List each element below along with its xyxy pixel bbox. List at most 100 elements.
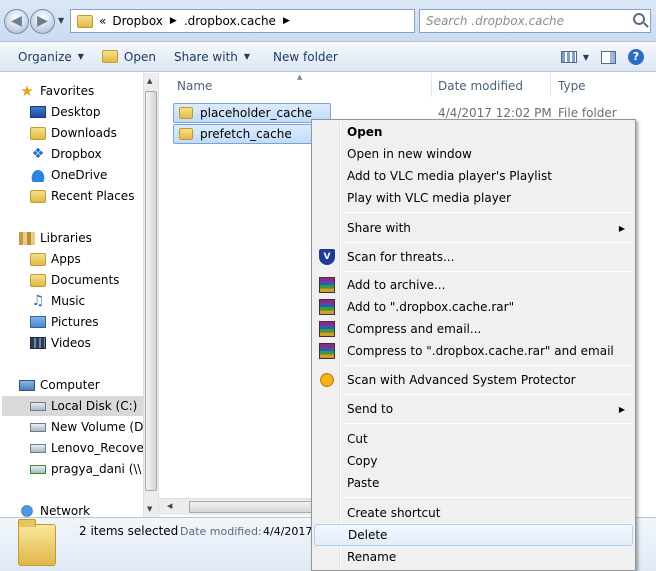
nav-computer[interactable]: Computer xyxy=(19,375,100,395)
nav-item-documents[interactable]: Documents xyxy=(30,270,119,290)
nav-network[interactable]: Network xyxy=(19,501,90,517)
breadcrumb-separator-icon[interactable]: ▶ xyxy=(170,16,177,26)
nav-item-recent-places[interactable]: Recent Places xyxy=(30,186,134,206)
nav-item-apps[interactable]: Apps xyxy=(30,249,81,269)
menu-item-cut[interactable]: Cut xyxy=(314,428,633,450)
film-icon xyxy=(30,337,46,349)
menu-label: Add to archive... xyxy=(347,278,446,292)
nav-item-dropbox[interactable]: ❖ Dropbox xyxy=(30,144,102,164)
chevron-down-icon: ▼ xyxy=(77,52,84,61)
nav-label: Downloads xyxy=(51,126,117,140)
hard-drive-icon xyxy=(30,422,46,432)
menu-item-add-archive[interactable]: Add to archive... xyxy=(314,274,633,296)
menu-separator xyxy=(342,242,632,243)
column-divider[interactable] xyxy=(431,73,432,97)
scroll-down-icon[interactable]: ▼ xyxy=(147,505,152,513)
scroll-up-icon[interactable]: ▲ xyxy=(147,77,152,85)
recent-pages-dropdown-icon[interactable]: ▼ xyxy=(58,16,64,25)
nav-item-music[interactable]: ♫ Music xyxy=(30,291,85,311)
submenu-arrow-icon: ▶ xyxy=(618,404,625,414)
nav-label: pragya_dani (\\1 xyxy=(51,462,150,476)
submenu-arrow-icon: ▶ xyxy=(618,223,625,233)
menu-item-create-shortcut[interactable]: Create shortcut xyxy=(314,502,633,524)
column-header-type[interactable]: Type xyxy=(558,75,586,97)
winrar-icon xyxy=(319,299,335,315)
column-header-name[interactable]: Name xyxy=(177,75,212,97)
nav-scrollbar[interactable]: ▲ ▼ xyxy=(143,73,158,517)
new-folder-button[interactable]: New folder xyxy=(259,42,347,71)
search-icon xyxy=(633,13,645,25)
breadcrumb[interactable]: « Dropbox ▶ .dropbox.cache ▶ xyxy=(70,9,415,33)
back-button[interactable]: ◀ xyxy=(4,9,29,34)
open-button[interactable]: Open xyxy=(93,42,165,71)
nav-item-local-disk[interactable]: Local Disk (C:) xyxy=(2,396,143,416)
search-input[interactable]: Search .dropbox.cache xyxy=(419,9,651,33)
nav-item-new-volume[interactable]: New Volume (D:) xyxy=(30,417,152,437)
scrollbar-thumb[interactable] xyxy=(189,501,315,513)
nav-item-desktop[interactable]: Desktop xyxy=(30,102,101,122)
chevron-down-icon[interactable]: ▼ xyxy=(583,53,589,62)
preview-pane-icon[interactable] xyxy=(601,50,616,64)
menu-label: Scan with Advanced System Protector xyxy=(347,373,576,387)
nav-label: New Volume (D:) xyxy=(51,420,153,434)
menu-item-play-vlc[interactable]: Play with VLC media player xyxy=(314,187,633,209)
file-row[interactable]: prefetch_cache xyxy=(173,124,331,144)
nav-item-downloads[interactable]: Downloads xyxy=(30,123,117,143)
menu-separator xyxy=(342,212,632,213)
nav-item-videos[interactable]: Videos xyxy=(30,333,91,353)
menu-label: Add to VLC media player's Playlist xyxy=(347,169,552,183)
shield-icon: V xyxy=(319,249,335,265)
organize-button[interactable]: Organize ▼ xyxy=(0,42,93,71)
menu-label: Send to xyxy=(347,402,394,416)
help-icon[interactable]: ? xyxy=(628,49,644,65)
menu-item-compress-rar-email[interactable]: Compress to ".dropbox.cache.rar" and ema… xyxy=(314,340,633,362)
scroll-left-icon[interactable]: ◀ xyxy=(167,502,172,510)
menu-item-copy[interactable]: Copy xyxy=(314,450,633,472)
menu-item-open[interactable]: Open xyxy=(314,121,633,143)
nav-item-pictures[interactable]: Pictures xyxy=(30,312,99,332)
menu-item-compress-email[interactable]: Compress and email... xyxy=(314,318,633,340)
menu-item-add-vlc-playlist[interactable]: Add to VLC media player's Playlist xyxy=(314,165,633,187)
menu-separator xyxy=(342,394,632,395)
change-view-icon[interactable] xyxy=(560,51,577,63)
nav-libraries[interactable]: Libraries xyxy=(19,228,92,248)
column-header-date-modified[interactable]: Date modified xyxy=(438,75,523,97)
nav-item-network-drive[interactable]: pragya_dani (\\1 xyxy=(30,459,149,479)
breadcrumb-item-dropbox[interactable]: Dropbox xyxy=(112,14,163,28)
share-with-button[interactable]: Share with ▼ xyxy=(165,42,259,71)
column-label: Type xyxy=(558,79,586,93)
nav-item-lenovo-recovery[interactable]: Lenovo_Recovery xyxy=(30,438,156,458)
nav-label: Apps xyxy=(51,252,81,266)
date-modified-label: Date modified: xyxy=(180,525,262,538)
breadcrumb-prefix[interactable]: « xyxy=(99,14,106,28)
nav-label: Music xyxy=(51,294,86,308)
selection-count: 2 items selected xyxy=(79,524,179,538)
breadcrumb-separator-icon[interactable]: ▶ xyxy=(283,16,290,26)
menu-label: Open in new window xyxy=(347,147,472,161)
column-divider[interactable] xyxy=(550,73,551,97)
file-row[interactable]: placeholder_cache xyxy=(173,103,331,123)
menu-item-scan-threats[interactable]: V Scan for threats... xyxy=(314,246,633,268)
breadcrumb-item-dropbox-cache[interactable]: .dropbox.cache xyxy=(184,14,276,28)
chevron-down-icon: ▼ xyxy=(243,52,251,61)
menu-item-delete[interactable]: Delete xyxy=(314,524,633,546)
menu-item-rename[interactable]: Rename xyxy=(314,546,633,568)
menu-item-open-new-window[interactable]: Open in new window xyxy=(314,143,633,165)
menu-label: Rename xyxy=(347,550,397,564)
recent-places-icon xyxy=(30,189,46,203)
menu-item-paste[interactable]: Paste xyxy=(314,472,633,494)
menu-item-scan-asp[interactable]: Scan with Advanced System Protector xyxy=(314,369,633,391)
organize-label: Organize xyxy=(18,49,72,64)
menu-item-add-rar[interactable]: Add to ".dropbox.cache.rar" xyxy=(314,296,633,318)
scrollbar-thumb[interactable] xyxy=(145,91,157,491)
menu-item-share-with[interactable]: Share with ▶ xyxy=(314,217,633,239)
nav-label: Libraries xyxy=(40,231,92,245)
nav-favorites[interactable]: ★ Favorites xyxy=(19,81,94,101)
nav-item-onedrive[interactable]: OneDrive xyxy=(30,165,107,185)
nav-label: Lenovo_Recovery xyxy=(51,441,156,455)
forward-button[interactable]: ▶ xyxy=(30,9,55,34)
menu-item-send-to[interactable]: Send to ▶ xyxy=(314,398,633,420)
network-icon xyxy=(19,504,35,517)
nav-label: Videos xyxy=(51,336,91,350)
file-list-horizontal-scrollbar[interactable]: ◀ xyxy=(159,498,315,515)
